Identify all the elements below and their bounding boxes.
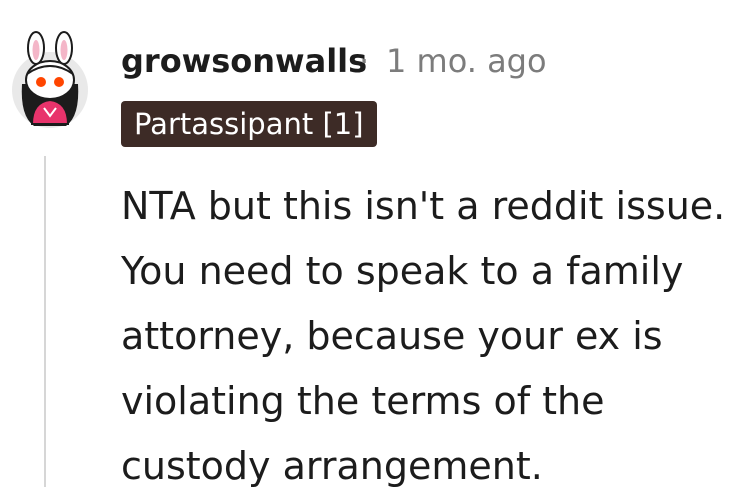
comment-body: NTA but this isn't a reddit issue. You n… — [121, 174, 756, 487]
comment-body-line: You need to speak to a family — [121, 249, 684, 293]
meta-separator: · — [359, 42, 370, 80]
comment-body-line: attorney, because your ex is — [121, 314, 663, 358]
thread-line[interactable] — [44, 156, 46, 487]
comment-body-line: violating the terms of the — [121, 379, 605, 423]
comment: growsonwalls · 1 mo. ago Partassipant [1… — [0, 0, 756, 487]
comment-timestamp[interactable]: 1 mo. ago — [386, 40, 547, 82]
user-avatar[interactable] — [8, 28, 92, 132]
comment-body-line: custody arrangement. — [121, 444, 543, 487]
snoo-bunny-avatar-icon — [12, 31, 88, 128]
username-link[interactable]: growsonwalls — [121, 40, 367, 82]
comment-body-line: NTA but this isn't a reddit issue. — [121, 184, 726, 228]
user-flair-badge: Partassipant [1] — [121, 101, 377, 147]
